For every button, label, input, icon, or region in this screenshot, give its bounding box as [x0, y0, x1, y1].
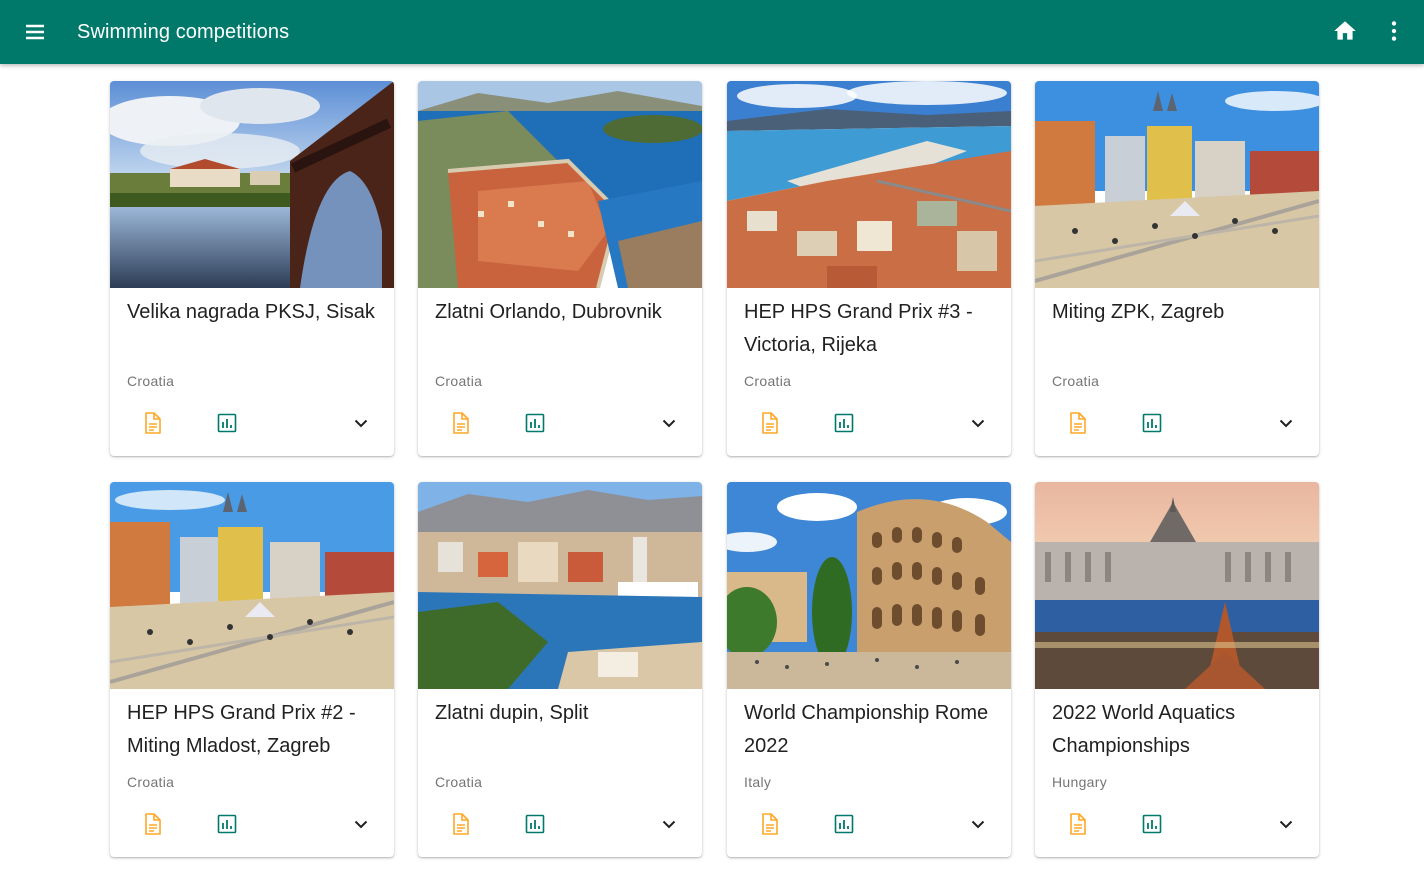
- statistics-chart-icon[interactable]: [215, 812, 239, 836]
- results-document-icon[interactable]: [448, 411, 472, 435]
- chevron-down-icon[interactable]: [966, 812, 990, 836]
- competition-country: Croatia: [744, 373, 792, 389]
- competition-title: World Championship Rome 2022: [744, 702, 989, 757]
- competition-card[interactable]: Velika nagrada PKSJ, Sisak Croatia: [110, 81, 394, 456]
- statistics-chart-icon[interactable]: [1140, 812, 1164, 836]
- chevron-down-icon[interactable]: [657, 812, 681, 836]
- competition-country: Croatia: [435, 774, 483, 790]
- statistics-chart-icon[interactable]: [1140, 411, 1164, 435]
- competition-country: Croatia: [1052, 373, 1100, 389]
- competition-title: Velika nagrada PKSJ, Sisak: [127, 301, 375, 323]
- competition-title: HEP HPS Grand Prix #3 - Victoria, Rijeka: [744, 301, 973, 356]
- competition-title: 2022 World Aquatics Championships: [1052, 702, 1236, 757]
- chevron-down-icon[interactable]: [966, 411, 990, 435]
- results-document-icon[interactable]: [1065, 812, 1089, 836]
- competition-image[interactable]: [110, 482, 394, 689]
- competition-image[interactable]: [727, 81, 1011, 288]
- competition-country: Italy: [744, 774, 772, 790]
- statistics-chart-icon[interactable]: [832, 411, 856, 435]
- app-title: Swimming competitions: [77, 21, 290, 43]
- competition-title: HEP HPS Grand Prix #2 - Miting Mladost, …: [127, 702, 356, 757]
- menu-icon[interactable]: [22, 19, 48, 45]
- home-icon[interactable]: [1332, 18, 1358, 44]
- more-vert-icon[interactable]: [1381, 18, 1407, 44]
- results-document-icon[interactable]: [140, 812, 164, 836]
- results-document-icon[interactable]: [757, 812, 781, 836]
- competition-image[interactable]: [110, 81, 394, 288]
- competition-card[interactable]: Miting ZPK, Zagreb Croatia: [1035, 81, 1319, 456]
- competition-image[interactable]: [418, 482, 702, 689]
- statistics-chart-icon[interactable]: [523, 411, 547, 435]
- competitions-grid: Velika nagrada PKSJ, Sisak Croatia Zlatn…: [0, 0, 1424, 869]
- competition-image[interactable]: [1035, 81, 1319, 288]
- competition-card[interactable]: Zlatni Orlando, Dubrovnik Croatia: [418, 81, 702, 456]
- chevron-down-icon[interactable]: [1274, 812, 1298, 836]
- competition-card[interactable]: Zlatni dupin, Split Croatia: [418, 482, 702, 857]
- statistics-chart-icon[interactable]: [523, 812, 547, 836]
- competition-country: Hungary: [1052, 774, 1108, 790]
- competition-card[interactable]: HEP HPS Grand Prix #2 - Miting Mladost, …: [110, 482, 394, 857]
- competition-card[interactable]: World Championship Rome 2022 Italy: [727, 482, 1011, 857]
- chevron-down-icon[interactable]: [657, 411, 681, 435]
- competition-card[interactable]: 2022 World Aquatics Championships Hungar…: [1035, 482, 1319, 857]
- competition-image[interactable]: [727, 482, 1011, 689]
- app-bar: Swimming competitions: [0, 0, 1424, 64]
- competition-image[interactable]: [1035, 482, 1319, 689]
- competition-card[interactable]: HEP HPS Grand Prix #3 - Victoria, Rijeka…: [727, 81, 1011, 456]
- competition-country: Croatia: [127, 774, 175, 790]
- competition-country: Croatia: [435, 373, 483, 389]
- results-document-icon[interactable]: [757, 411, 781, 435]
- results-document-icon[interactable]: [1065, 411, 1089, 435]
- competition-title: Zlatni dupin, Split: [435, 702, 589, 724]
- results-document-icon[interactable]: [448, 812, 472, 836]
- competition-title: Zlatni Orlando, Dubrovnik: [435, 301, 662, 323]
- statistics-chart-icon[interactable]: [215, 411, 239, 435]
- results-document-icon[interactable]: [140, 411, 164, 435]
- chevron-down-icon[interactable]: [349, 812, 373, 836]
- competition-title: Miting ZPK, Zagreb: [1052, 301, 1225, 323]
- chevron-down-icon[interactable]: [349, 411, 373, 435]
- chevron-down-icon[interactable]: [1274, 411, 1298, 435]
- competition-country: Croatia: [127, 373, 175, 389]
- statistics-chart-icon[interactable]: [832, 812, 856, 836]
- competition-image[interactable]: [418, 81, 702, 288]
